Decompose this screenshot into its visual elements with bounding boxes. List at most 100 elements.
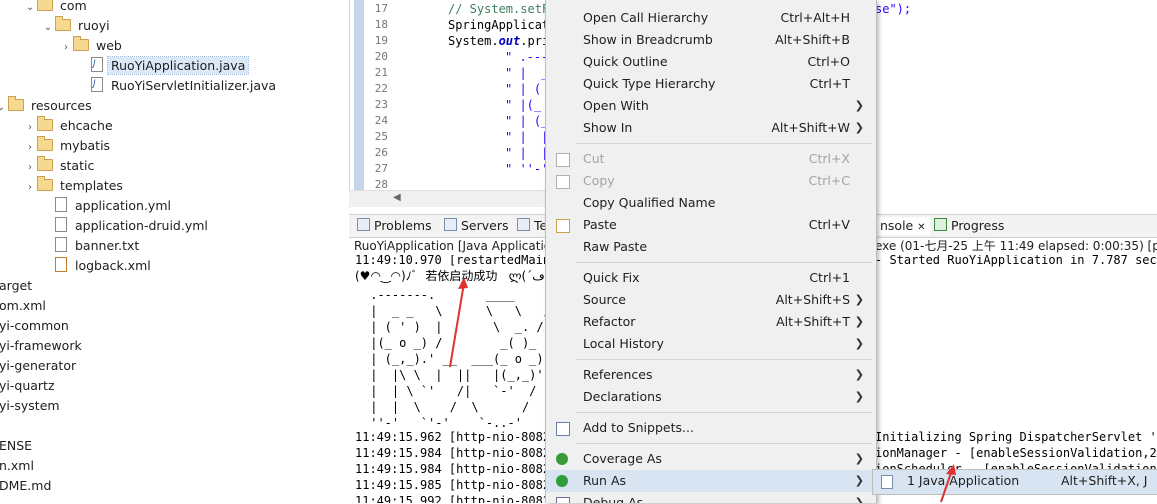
chevron-down-icon[interactable]: ⌄ bbox=[41, 18, 55, 38]
menu-item-label: Show In bbox=[583, 120, 633, 135]
tree-item[interactable]: application-druid.yml bbox=[55, 216, 211, 236]
tree-item[interactable]: ENSE bbox=[0, 436, 35, 456]
menu-item-label: Quick Outline bbox=[583, 54, 668, 69]
folder-icon bbox=[37, 116, 53, 131]
menu-item-local-history[interactable]: Local History ❯ bbox=[546, 333, 876, 355]
java-application-icon bbox=[881, 475, 893, 489]
code-string-line: " | (_ bbox=[505, 114, 546, 128]
tree-item-label: web bbox=[96, 38, 122, 53]
menu-item-run-as[interactable]: Run As ❯ bbox=[546, 470, 876, 492]
tree-item[interactable]: n.xml bbox=[0, 456, 37, 476]
tree-item[interactable]: › mybatis bbox=[23, 136, 113, 156]
tree-item[interactable]: banner.txt bbox=[55, 236, 142, 256]
menu-item-quick-type-hierarchy[interactable]: Quick Type Hierarchy Ctrl+T bbox=[546, 73, 876, 95]
tree-item-label: templates bbox=[60, 178, 123, 193]
tree-item[interactable]: logback.xml bbox=[55, 256, 154, 276]
code-string-line: " | | bbox=[505, 130, 546, 144]
tree-item[interactable]: › ehcache bbox=[23, 116, 116, 136]
menu-item-label: Local History bbox=[583, 336, 664, 351]
chevron-right-icon[interactable]: › bbox=[23, 118, 37, 138]
tree-item[interactable]: application.yml bbox=[55, 196, 174, 216]
line-number: 19 bbox=[374, 34, 388, 47]
menu-item-open-call-hierarchy[interactable]: Open Call Hierarchy Ctrl+Alt+H bbox=[546, 7, 876, 29]
chevron-right-icon: ❯ bbox=[854, 337, 864, 350]
tree-item[interactable]: yi-generator bbox=[0, 356, 79, 376]
menu-item-show-in-breadcrumb[interactable]: Show in Breadcrumb Alt+Shift+B bbox=[546, 29, 876, 51]
menu-item-label: Source bbox=[583, 292, 626, 307]
tree-item[interactable]: yi-quartz bbox=[0, 376, 58, 396]
tab-console[interactable]: nsole ✕ bbox=[876, 217, 930, 235]
tree-item[interactable]: ⌄ com bbox=[23, 0, 90, 16]
scroll-left-icon[interactable]: ◀ bbox=[393, 192, 401, 203]
chevron-down-icon[interactable]: ⌄ bbox=[23, 0, 37, 18]
tree-item[interactable]: ⌄ ruoyi bbox=[41, 16, 113, 36]
menu-item-copy[interactable]: Copy Ctrl+C bbox=[546, 170, 876, 192]
tree-item[interactable]: om.xml bbox=[0, 296, 49, 316]
console-header-right: exe (01-七月-25 上午 11:49 elapsed: 0:00:35)… bbox=[875, 239, 1157, 253]
tree-item[interactable] bbox=[0, 416, 2, 436]
chevron-right-icon: ❯ bbox=[854, 293, 864, 306]
context-menu: Open Call Hierarchy Ctrl+Alt+H Show in Bre… bbox=[545, 0, 877, 503]
tree-item-label: ruoyi bbox=[78, 18, 110, 33]
tree-item[interactable]: ⌄ resources bbox=[0, 96, 95, 116]
code-string-line: " | | bbox=[505, 146, 546, 160]
menu-item-show-in[interactable]: Show In Alt+Shift+W ❯ bbox=[546, 117, 876, 139]
menu-item-raw-paste[interactable]: Raw Paste bbox=[546, 236, 876, 258]
file-icon bbox=[55, 257, 67, 272]
menu-item-label: Raw Paste bbox=[583, 239, 648, 254]
tab-label: Progress bbox=[951, 218, 1005, 233]
chevron-right-icon[interactable]: › bbox=[59, 38, 73, 58]
menu-item-debug-as[interactable]: Debug As ❯ bbox=[546, 492, 876, 503]
menu-separator bbox=[576, 262, 872, 263]
menu-item-declarations[interactable]: Declarations ❯ bbox=[546, 386, 876, 408]
menu-separator bbox=[576, 143, 872, 144]
menu-item-quick-outline[interactable]: Quick Outline Ctrl+O bbox=[546, 51, 876, 73]
code-fragment: se"); bbox=[875, 2, 912, 16]
menu-item-cut[interactable]: Cut Ctrl+X bbox=[546, 148, 876, 170]
menu-item-refactor[interactable]: Refactor Alt+Shift+T ❯ bbox=[546, 311, 876, 333]
tree-item[interactable]: yi-framework bbox=[0, 336, 85, 356]
menu-item-copy-qualified-name[interactable]: Copy Qualified Name bbox=[546, 192, 876, 214]
tree-item[interactable]: DME.md bbox=[0, 476, 54, 496]
editor-horizontal-scrollbar[interactable]: ◀ bbox=[349, 190, 545, 207]
java-file-icon bbox=[91, 54, 103, 74]
chevron-right-icon[interactable]: › bbox=[23, 158, 37, 178]
chevron-right-icon[interactable]: › bbox=[23, 138, 37, 158]
menu-item-quick-fix[interactable]: Quick Fix Ctrl+1 bbox=[546, 267, 876, 289]
tree-item[interactable]: arget bbox=[0, 276, 35, 296]
menu-item-add-to-snippets[interactable]: Add to Snippets... bbox=[546, 417, 876, 439]
menu-item-paste[interactable]: Paste Ctrl+V bbox=[546, 214, 876, 236]
tree-item[interactable]: › static bbox=[23, 156, 97, 176]
close-icon[interactable]: ✕ bbox=[917, 222, 925, 233]
menu-item-shortcut: Alt+Shift+S bbox=[775, 292, 850, 307]
menu-item-source[interactable]: Source Alt+Shift+S ❯ bbox=[546, 289, 876, 311]
tree-item[interactable]: › templates bbox=[23, 176, 126, 196]
tab-progress[interactable]: Progress bbox=[934, 217, 1004, 235]
chevron-right-icon[interactable]: › bbox=[23, 178, 37, 198]
tree-item[interactable]: RuoYiServletInitializer.java bbox=[91, 74, 279, 96]
line-number: 22 bbox=[374, 82, 388, 95]
tree-item[interactable]: yi-common bbox=[0, 316, 72, 336]
tree-item[interactable]: › web bbox=[59, 36, 125, 56]
menu-item-open-with[interactable]: Open With ❯ bbox=[546, 95, 876, 117]
tab-problems[interactable]: Problems bbox=[357, 217, 432, 235]
menu-item-coverage-as[interactable]: Coverage As ❯ bbox=[546, 448, 876, 470]
menu-item-references[interactable]: References ❯ bbox=[546, 364, 876, 386]
console-line: 11:49:15.985 [http-nio-8082 bbox=[355, 478, 551, 492]
chevron-down-icon[interactable]: ⌄ bbox=[0, 98, 8, 118]
tree-item-label: banner.txt bbox=[75, 238, 140, 253]
tree-item[interactable]: yi-system bbox=[0, 396, 63, 416]
editor-gutter bbox=[354, 0, 364, 190]
tree-item[interactable]: RuoYiApplication.java bbox=[91, 54, 250, 76]
menu-item-label: Show in Breadcrumb bbox=[583, 32, 713, 47]
code-editor[interactable]: 17 18 19 20 21 22 23 24 25 26 27 28 // System.setF … bbox=[349, 0, 546, 208]
menu-item-label: Run As bbox=[583, 473, 627, 488]
console-line: Initializing Spring DispatcherServlet 'd… bbox=[875, 430, 1157, 444]
folder-icon bbox=[73, 36, 89, 51]
java-application-item[interactable]: 1 Java Application bbox=[907, 473, 1019, 488]
tab-terminal[interactable]: Te bbox=[517, 217, 547, 235]
code-line-19: System.out.pri bbox=[448, 34, 546, 48]
tree-item-label: com bbox=[60, 0, 87, 13]
progress-icon bbox=[934, 218, 947, 231]
tab-servers[interactable]: Servers bbox=[444, 217, 509, 235]
